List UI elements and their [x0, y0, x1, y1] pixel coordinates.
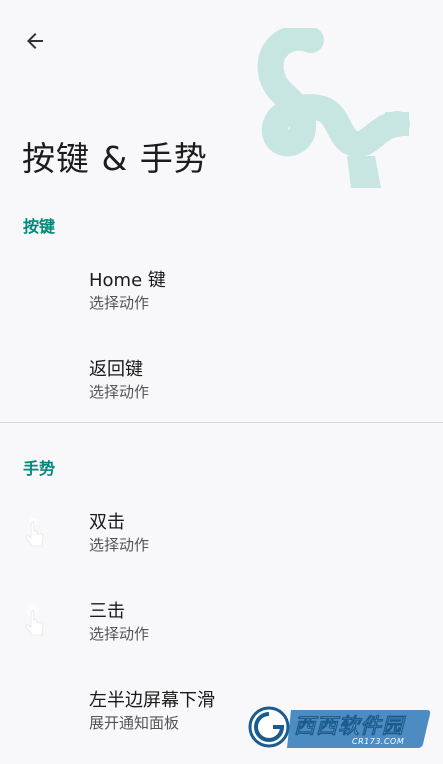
watermark-text: 西西软件园: [294, 714, 404, 739]
item-subtitle: 选择动作: [89, 383, 150, 401]
section-divider: [0, 422, 443, 423]
section-header-keys: 按键: [23, 217, 56, 236]
item-title: 三击: [89, 601, 125, 622]
double-tap-icon: [25, 518, 44, 547]
list-item-home-key[interactable]: Home 键 选择动作: [0, 266, 443, 344]
list-item-double-tap[interactable]: 双击 选择动作: [0, 508, 443, 586]
item-title: 左半边屏幕下滑: [89, 690, 215, 711]
triple-tap-icon: [25, 605, 44, 636]
item-title: 返回键: [89, 359, 143, 380]
item-subtitle: 选择动作: [89, 294, 150, 312]
item-subtitle: 展开通知面板: [89, 714, 180, 732]
section-header-gestures: 手势: [23, 459, 56, 478]
list-item-triple-tap[interactable]: 三击 选择动作: [0, 597, 443, 675]
squiggle-illustration: [257, 28, 410, 188]
page-title: 按键 & 手势: [22, 139, 208, 178]
item-subtitle: 选择动作: [89, 625, 150, 643]
item-title: Home 键: [89, 270, 166, 291]
arrow-left-icon: [27, 33, 43, 49]
watermark-domain: CR173.COM: [352, 737, 405, 746]
item-title: 双击: [89, 512, 125, 533]
back-button[interactable]: [18, 24, 52, 58]
item-subtitle: 选择动作: [89, 536, 150, 554]
